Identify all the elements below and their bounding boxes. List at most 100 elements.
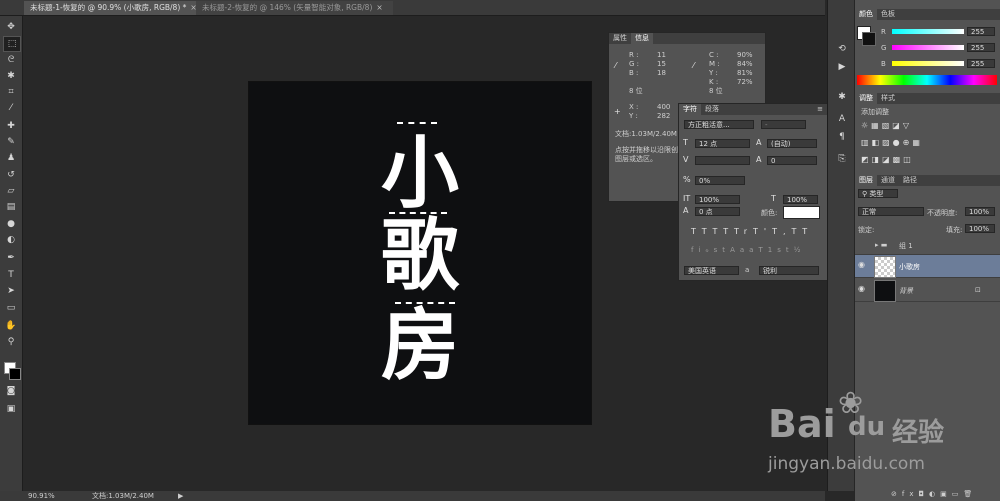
font-style-select[interactable]: - — [761, 120, 806, 129]
brush-presets-icon[interactable]: ✱ — [834, 90, 850, 104]
path-select-icon[interactable]: ➤ — [3, 284, 19, 298]
red-slider[interactable] — [892, 29, 964, 34]
stylistic-alt-button[interactable]: aa — [740, 246, 759, 254]
tab-swatches[interactable]: 色板 — [877, 9, 899, 20]
magic-wand-icon[interactable]: ✱ — [3, 69, 19, 83]
screen-mode-icon[interactable]: ▣ — [3, 402, 19, 416]
superscript-button[interactable]: T' — [753, 227, 772, 236]
history-icon[interactable]: ⟲ — [834, 42, 850, 56]
adjustment-icons-row-3[interactable]: ◩◨◪▩◫ — [861, 155, 914, 164]
green-slider[interactable] — [892, 45, 964, 50]
eraser-tool-icon[interactable]: ▱ — [3, 184, 19, 198]
marquee-tool-icon[interactable]: ⬚ — [3, 36, 21, 52]
stamp-tool-icon[interactable]: ♟ — [3, 151, 19, 165]
pen-tool-icon[interactable]: ✒ — [3, 251, 19, 265]
tab-properties[interactable]: 属性 — [609, 33, 631, 44]
eye-icon[interactable]: ◉ — [858, 260, 865, 269]
blend-mode-select[interactable]: 正常 — [858, 207, 924, 216]
adjustment-icons-row-1[interactable]: ☼▦▧◪▽ — [861, 121, 912, 130]
paragraph-icon[interactable]: ¶ — [834, 130, 850, 144]
leading-icon: A — [756, 138, 762, 147]
tsume-field[interactable]: 0% — [695, 176, 745, 185]
fill-field[interactable]: 100% — [965, 224, 995, 233]
tab-color[interactable]: 颜色 — [855, 9, 877, 20]
tab-paragraph[interactable]: 段落 — [701, 104, 723, 115]
green-value[interactable]: 255 — [967, 43, 995, 52]
eyedropper-icon[interactable]: ⁄ — [3, 101, 19, 115]
faux-bold-button[interactable]: T — [691, 227, 702, 236]
quick-mask-icon[interactable]: ◙ — [3, 384, 19, 398]
blue-value[interactable]: 255 — [967, 59, 995, 68]
tab-channels[interactable]: 通道 — [877, 175, 899, 186]
font-size-field[interactable]: 12 点 — [695, 139, 750, 148]
all-caps-button[interactable]: TT — [713, 227, 735, 236]
blue-slider[interactable] — [892, 61, 964, 66]
discretionary-ligature-button[interactable]: st — [714, 246, 730, 254]
tab-layers[interactable]: 图层 — [855, 175, 877, 186]
tab-paths[interactable]: 路径 — [899, 175, 921, 186]
tab-styles[interactable]: 样式 — [877, 93, 899, 104]
move-tool-icon[interactable]: ✥ — [3, 20, 19, 34]
type-style-buttons[interactable]: TTTTTrT'T,TT — [691, 227, 821, 236]
red-value[interactable]: 255 — [967, 27, 995, 36]
layer-row-text[interactable]: ◉ 小歌房 — [855, 255, 1000, 278]
horizontal-scale-field[interactable]: 100% — [783, 195, 818, 204]
ligature-button[interactable]: fi — [691, 246, 705, 254]
type-tool-icon[interactable]: T — [3, 268, 19, 282]
ordinal-button[interactable]: 1st — [768, 246, 794, 254]
lasso-tool-icon[interactable]: ᘓ — [3, 53, 19, 67]
close-icon[interactable]: × — [376, 3, 382, 12]
text-color-swatch[interactable] — [783, 206, 820, 219]
faux-italic-button[interactable]: T — [702, 227, 713, 236]
language-select[interactable]: 美国英语 — [684, 266, 739, 275]
tab-document-1[interactable]: 未标题-1-恢复的 @ 90.9% (小歌房, RGB/8) * × — [24, 1, 206, 15]
tab-info[interactable]: 信息 — [631, 33, 653, 44]
tab-adjustments[interactable]: 调整 — [855, 93, 877, 104]
layer-row-group[interactable]: ▸ ▬ 组 1 — [855, 238, 1000, 255]
opentype-buttons[interactable]: fiℴstAaaT1st½ — [691, 246, 821, 254]
dodge-tool-icon[interactable]: ◐ — [3, 233, 19, 247]
gradient-tool-icon[interactable]: ▤ — [3, 200, 19, 214]
background-color-swatch[interactable] — [9, 368, 21, 380]
alt-glyph-button[interactable]: ℴ — [705, 246, 713, 254]
fraction-button[interactable]: ½ — [794, 246, 806, 254]
history-brush-icon[interactable]: ↺ — [3, 168, 19, 182]
underline-button[interactable]: T — [792, 227, 803, 236]
opacity-field[interactable]: 100% — [965, 207, 995, 216]
baseline-shift-field[interactable]: 0 点 — [695, 207, 740, 216]
vertical-scale-field[interactable]: 100% — [695, 195, 740, 204]
layer-filter-select[interactable]: ⚲ 类型 — [858, 189, 898, 198]
shape-tool-icon[interactable]: ▭ — [3, 301, 19, 315]
layer-row-background[interactable]: ◉ 背景 ⊡ — [855, 279, 1000, 302]
tab-character[interactable]: 字符 — [679, 104, 701, 115]
tracking-field[interactable]: 0 — [767, 156, 817, 165]
status-arrow-icon[interactable]: ▶ — [178, 491, 183, 501]
panel-menu-icon[interactable]: ≡ — [817, 104, 823, 115]
crop-tool-icon[interactable]: ⌗ — [3, 85, 19, 99]
small-caps-button[interactable]: Tr — [734, 227, 753, 236]
hand-tool-icon[interactable]: ✋ — [3, 319, 19, 333]
character-icon[interactable]: A — [834, 112, 850, 126]
zoom-tool-icon[interactable]: ⚲ — [3, 335, 19, 349]
zoom-level[interactable]: 90.91% — [28, 491, 55, 501]
actions-icon[interactable]: ▶ — [834, 60, 850, 74]
kerning-field[interactable] — [695, 156, 750, 165]
healing-brush-icon[interactable]: ✚ — [3, 119, 19, 133]
eye-icon[interactable]: ◉ — [858, 284, 865, 293]
antialias-select[interactable]: 锐利 — [759, 266, 819, 275]
color-spectrum[interactable] — [857, 75, 997, 85]
swash-button[interactable]: A — [730, 246, 740, 254]
blur-tool-icon[interactable]: ● — [3, 217, 19, 231]
leading-field[interactable]: (自动) — [767, 139, 817, 148]
document-canvas[interactable]: 小 歌 房 — [249, 82, 591, 424]
strikethrough-button[interactable]: T — [802, 227, 813, 236]
tab-document-2[interactable]: 未标题-2-恢复的 @ 146% (矢量智能对象, RGB/8) × — [196, 1, 393, 15]
subscript-button[interactable]: T, — [772, 227, 791, 236]
brush-tool-icon[interactable]: ✎ — [3, 135, 19, 149]
font-family-select[interactable]: 方正粗活意... — [684, 120, 754, 129]
adjustment-icons-row-2[interactable]: ▥◧▨●⊕▦ — [861, 138, 923, 147]
clone-source-icon[interactable]: ⎘ — [834, 152, 850, 166]
lock-icon: ⊡ — [975, 286, 981, 294]
titling-alt-button[interactable]: T — [758, 246, 767, 254]
background-swatch[interactable] — [862, 32, 876, 46]
